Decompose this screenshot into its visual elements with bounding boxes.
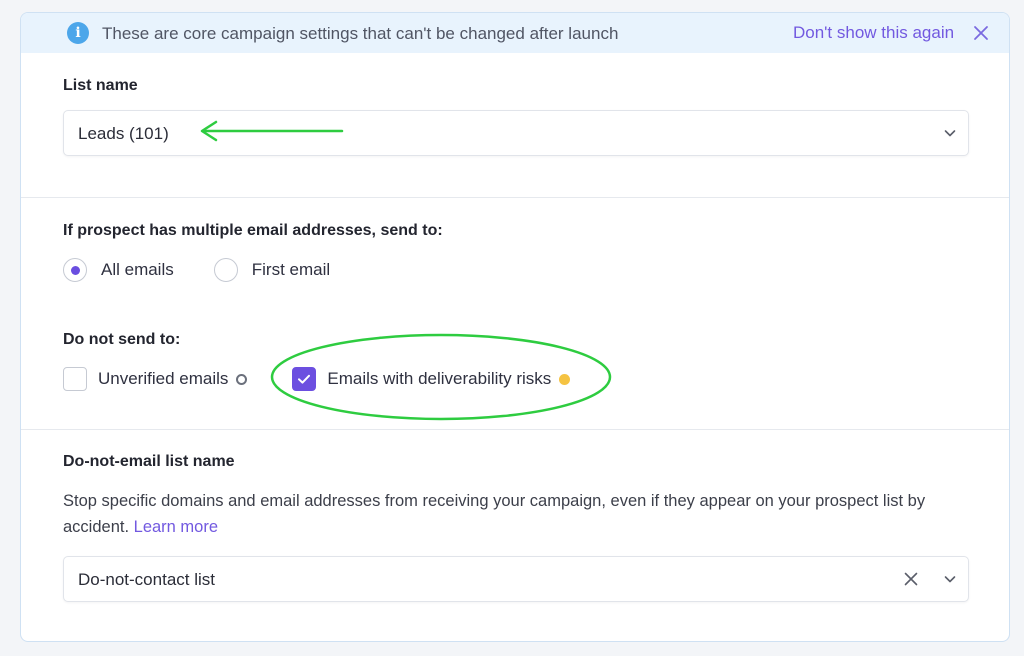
radio-button[interactable] <box>213 258 238 282</box>
do-not-email-label: Do-not-email list name <box>63 453 235 470</box>
section-divider <box>21 429 1009 430</box>
chevron-down-icon[interactable] <box>942 125 958 141</box>
section-divider <box>21 197 1009 198</box>
checkbox-label: Emails with deliverability risks <box>327 369 552 388</box>
info-banner: i These are core campaign settings that … <box>21 13 1009 53</box>
radio-all-emails[interactable]: All emails <box>63 258 174 282</box>
do-not-email-value: Do-not-contact list <box>78 570 215 589</box>
status-ring-icon <box>236 373 248 385</box>
checkbox-unverified-emails[interactable]: Unverified emails <box>63 367 248 391</box>
risk-dot-icon <box>559 373 571 385</box>
radio-button-checked[interactable] <box>63 258 87 282</box>
list-name-value: Leads (101) <box>78 124 169 143</box>
multiple-emails-label: If prospect has multiple email addresses… <box>63 222 443 239</box>
send-to-radio-group: All emails First email <box>63 258 370 282</box>
info-icon: i <box>67 22 89 44</box>
do-not-email-description: Stop specific domains and email addresse… <box>63 488 983 540</box>
checkbox-deliverability-risks[interactable]: Emails with deliverability risks <box>292 367 571 391</box>
list-name-select[interactable]: Leads (101) <box>63 110 969 156</box>
radio-label: First email <box>251 260 331 279</box>
banner-message: These are core campaign settings that ca… <box>102 24 619 43</box>
clear-icon[interactable] <box>902 570 920 588</box>
checkbox-label: Unverified emails <box>98 369 229 388</box>
chevron-down-icon[interactable] <box>942 571 958 587</box>
do-not-email-select[interactable]: Do-not-contact list <box>63 556 969 602</box>
learn-more-link[interactable]: Learn more <box>134 518 218 536</box>
radio-first-email[interactable]: First email <box>213 258 331 282</box>
checkbox[interactable] <box>63 367 87 391</box>
do-not-send-options: Unverified emails Emails with deliverabi… <box>63 367 571 391</box>
radio-label: All emails <box>101 260 174 279</box>
do-not-send-label: Do not send to: <box>63 331 181 348</box>
checkmark-icon <box>298 374 311 384</box>
close-icon[interactable] <box>971 23 991 43</box>
checkbox-checked[interactable] <box>292 367 317 391</box>
dont-show-again-link[interactable]: Don't show this again <box>793 23 954 43</box>
campaign-settings-card: i These are core campaign settings that … <box>20 12 1010 642</box>
list-name-label: List name <box>63 77 138 94</box>
